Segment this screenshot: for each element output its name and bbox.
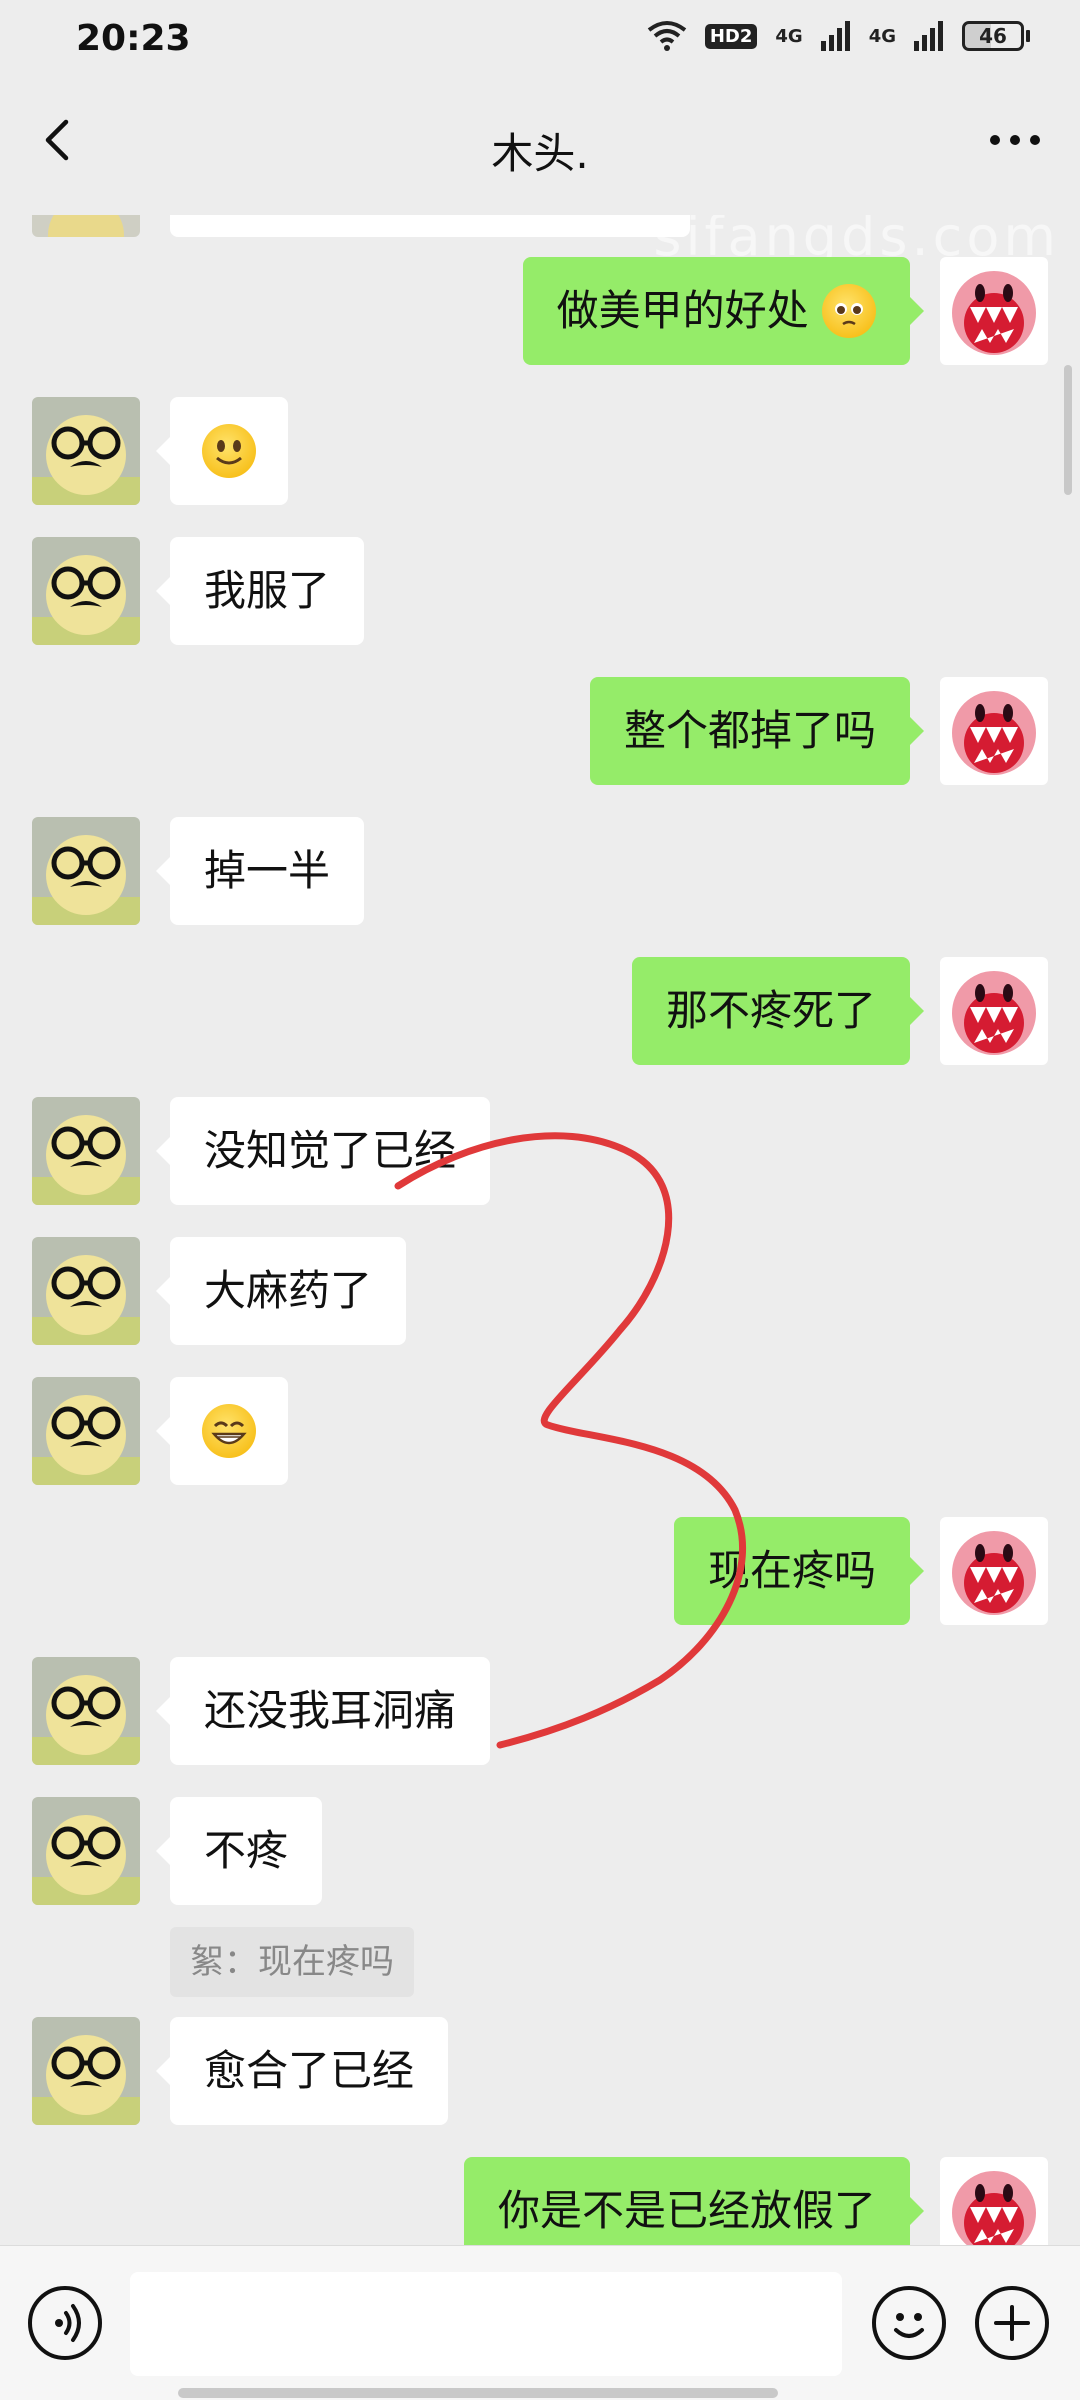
glasses-doge-avatar — [32, 1377, 140, 1485]
avatar[interactable] — [32, 817, 140, 925]
avatar-self[interactable] — [940, 677, 1048, 785]
message-bubble-self[interactable]: 现在疼吗 — [673, 1517, 925, 1625]
glasses-doge-avatar — [32, 1657, 140, 1765]
status-bar: 20:23 HD2 4G 4G 46 — [0, 0, 1080, 80]
more-dots-icon — [990, 135, 1040, 145]
message-bubble-other[interactable]: 还没我耳洞痛 — [155, 1657, 491, 1765]
message-bubble-other[interactable]: 大麻药了 — [155, 1237, 407, 1345]
avatar-self[interactable] — [940, 1517, 1048, 1625]
signal-icon — [914, 21, 943, 51]
avatar-self[interactable] — [940, 2157, 1048, 2245]
avatar[interactable] — [32, 1237, 140, 1345]
message-bubble-other[interactable]: 没知觉了已经 — [155, 1097, 491, 1205]
quoted-reply[interactable]: 絮：现在疼吗 — [170, 1927, 414, 1997]
glasses-doge-avatar — [32, 1097, 140, 1205]
signal-4g-1-label: 4G — [775, 25, 803, 47]
wifi-icon — [647, 21, 687, 51]
message-bubble-other[interactable]: 不疼 — [155, 1797, 323, 1905]
chat-header: 木头. — [0, 80, 1080, 215]
glasses-doge-avatar — [32, 537, 140, 645]
avatar-self[interactable] — [940, 257, 1048, 365]
voice-button[interactable] — [28, 2286, 102, 2360]
avatar[interactable] — [32, 1097, 140, 1205]
message-bubble-other[interactable]: 掉一半 — [155, 817, 365, 925]
message-bubble-self[interactable]: 那不疼死了 — [631, 957, 925, 1065]
avatar[interactable] — [32, 1657, 140, 1765]
message-input[interactable] — [130, 2272, 842, 2376]
avatar[interactable] — [32, 2017, 140, 2125]
avatar[interactable] — [32, 537, 140, 645]
message-list[interactable]: sifangds.com 做美甲的好处 我服了 整个都掉了吗 掉一半 那不疼死了… — [0, 215, 1080, 2245]
more-button[interactable] — [980, 110, 1050, 170]
kirby-monster-avatar — [940, 957, 1048, 1065]
avatar[interactable] — [32, 1377, 140, 1485]
kirby-monster-avatar — [940, 1517, 1048, 1625]
smile-face-icon — [202, 423, 256, 478]
glasses-doge-avatar — [32, 397, 140, 505]
glasses-doge-avatar — [32, 2017, 140, 2125]
status-time: 20:23 — [76, 18, 191, 59]
emoji-icon — [894, 2313, 924, 2338]
kirby-monster-avatar — [940, 257, 1048, 365]
voice-icon — [55, 2304, 81, 2342]
home-indicator[interactable] — [178, 2388, 778, 2398]
emoji-button[interactable] — [872, 2286, 946, 2360]
grin-face-icon — [202, 1403, 256, 1458]
kirby-monster-avatar — [940, 2157, 1048, 2245]
kirby-monster-avatar — [940, 677, 1048, 785]
plus-button[interactable] — [975, 2286, 1049, 2360]
glasses-doge-avatar — [32, 817, 140, 925]
message-bubble-self[interactable]: 你是不是已经放假了 — [463, 2157, 925, 2245]
signal-icon — [820, 21, 850, 51]
avatar[interactable] — [32, 397, 140, 505]
avatar[interactable] — [32, 215, 140, 237]
avatar-self[interactable] — [940, 957, 1048, 1065]
input-bar — [0, 2245, 1080, 2400]
message-bubble-other[interactable]: 愈合了已经 — [155, 2017, 449, 2125]
status-icons: HD2 4G 4G 46 — [647, 20, 1030, 52]
plus-icon — [994, 2305, 1030, 2341]
battery-icon: 46 — [962, 21, 1030, 51]
chat-title: 木头. — [491, 129, 589, 178]
battery-level: 46 — [962, 21, 1024, 51]
message-bubble-other[interactable]: 我服了 — [155, 537, 365, 645]
glasses-doge-avatar — [32, 1237, 140, 1345]
message-bubble-self[interactable]: 整个都掉了吗 — [589, 677, 925, 785]
message-bubble-other[interactable] — [156, 397, 288, 505]
scrollbar[interactable] — [1064, 365, 1072, 495]
hd-badge: HD2 — [704, 23, 758, 49]
message-bubble-self[interactable]: 做美甲的好处 — [522, 257, 925, 365]
glasses-doge-avatar — [32, 1797, 140, 1905]
signal-4g-2-label: 4G — [868, 25, 896, 47]
pleading-face-icon — [822, 283, 876, 338]
avatar[interactable] — [32, 1797, 140, 1905]
message-bubble-other[interactable] — [156, 1377, 288, 1485]
